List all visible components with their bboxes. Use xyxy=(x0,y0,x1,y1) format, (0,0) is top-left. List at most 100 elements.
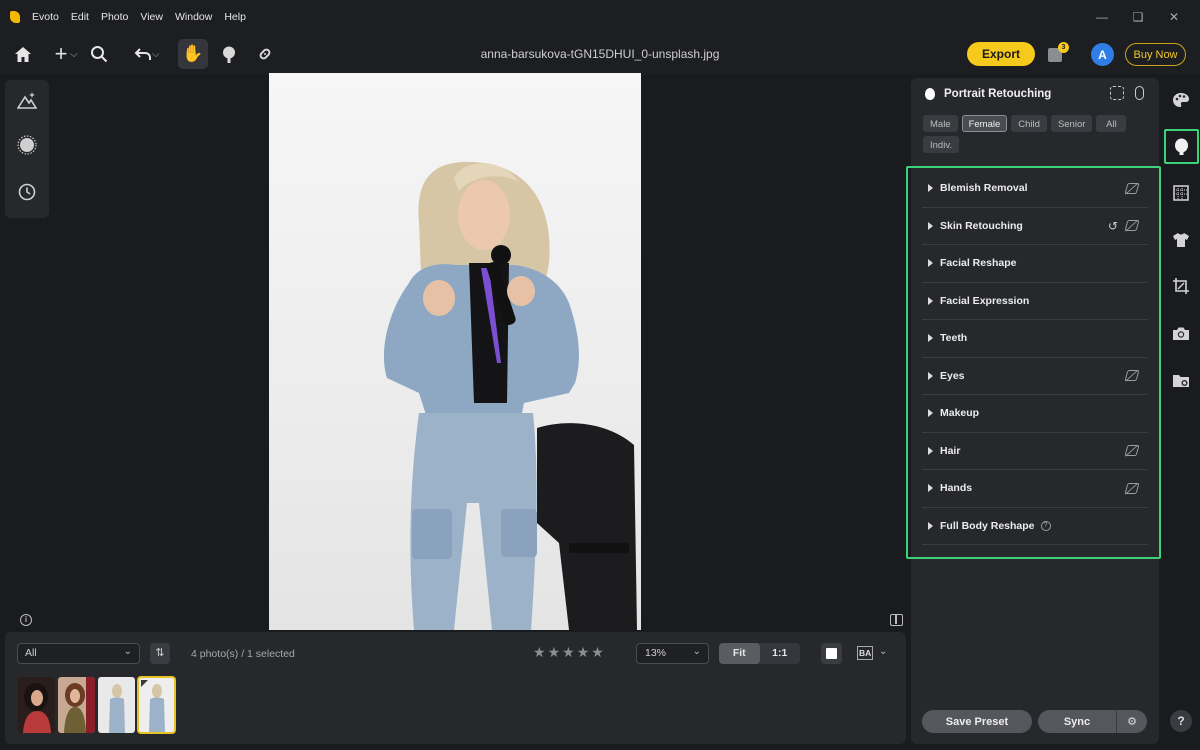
chevron-down-icon: ⌄ xyxy=(123,646,132,657)
section-full-body-reshape[interactable]: Full Body Reshape ? xyxy=(922,508,1148,545)
face-icon[interactable] xyxy=(1164,129,1199,164)
sort-button[interactable]: ⇅ xyxy=(150,643,170,664)
tab-female[interactable]: Female xyxy=(961,115,1008,132)
expand-triangle-icon xyxy=(928,446,933,455)
star-rating[interactable]: ★ ★ ★ ★ ★ xyxy=(533,644,604,661)
buy-now-button[interactable]: Buy Now xyxy=(1125,43,1186,66)
file-name: anna-barsukova-tGN15DHUI_0-unsplash.jpg xyxy=(480,47,720,61)
face-select-icon[interactable] xyxy=(1110,86,1124,100)
restore-icon[interactable]: ❏ xyxy=(1120,10,1156,24)
menu-edit[interactable]: Edit xyxy=(65,11,95,23)
menu-view[interactable]: View xyxy=(134,11,169,23)
window-controls: — ❏ ✕ xyxy=(1084,0,1192,34)
thumbnail-2[interactable] xyxy=(58,677,95,733)
tab-senior[interactable]: Senior xyxy=(1050,115,1093,132)
star-icon[interactable]: ★ xyxy=(548,644,561,661)
reset-icon[interactable]: ↺ xyxy=(1108,219,1118,233)
camera-icon[interactable] xyxy=(1171,323,1191,343)
sync-button[interactable]: Sync xyxy=(1038,716,1116,728)
thumbnail-1[interactable] xyxy=(18,677,55,733)
bandage-icon[interactable] xyxy=(250,39,280,69)
section-blemish-removal[interactable]: Blemish Removal xyxy=(922,170,1148,208)
section-label: Facial Expression xyxy=(940,294,1030,307)
panel-header: Portrait Retouching xyxy=(911,78,1159,110)
section-makeup[interactable]: Makeup xyxy=(922,395,1148,433)
section-hands[interactable]: Hands xyxy=(922,470,1148,508)
expand-triangle-icon xyxy=(928,371,933,380)
section-hair[interactable]: Hair xyxy=(922,433,1148,470)
eraser-icon[interactable] xyxy=(1124,220,1140,232)
tab-individual[interactable]: Indiv. xyxy=(923,136,960,153)
undo-history-chevron-icon[interactable]: ⌵ xyxy=(152,49,166,60)
info-icon[interactable]: i xyxy=(20,614,32,626)
help-button[interactable]: ? xyxy=(1170,710,1192,732)
zoom-value: 13% xyxy=(645,647,667,659)
split-compare-icon[interactable] xyxy=(890,614,903,626)
chevron-down-icon: ⌄ xyxy=(692,646,701,657)
avatar[interactable]: A xyxy=(1091,43,1114,66)
menu-photo[interactable]: Photo xyxy=(95,11,134,23)
minimize-icon[interactable]: — xyxy=(1084,10,1120,24)
save-preset-button[interactable]: Save Preset xyxy=(922,710,1032,733)
one-to-one-button[interactable]: 1:1 xyxy=(760,643,801,664)
menu-evoto[interactable]: Evoto xyxy=(26,11,65,23)
section-teeth[interactable]: Teeth xyxy=(922,320,1148,358)
section-eyes[interactable]: Eyes xyxy=(922,358,1148,395)
adjust-circle-icon[interactable] xyxy=(17,135,37,160)
evoto-logo-icon xyxy=(10,11,20,23)
fit-button[interactable]: Fit xyxy=(719,643,760,664)
section-facial-reshape[interactable]: Facial Reshape xyxy=(922,245,1148,283)
star-icon[interactable]: ★ xyxy=(577,644,590,661)
photo-filter-select[interactable]: All ⌄ xyxy=(17,643,140,664)
help-icon[interactable]: ? xyxy=(1040,520,1051,531)
background-icon[interactable] xyxy=(1171,183,1191,203)
palette-icon[interactable] xyxy=(1171,90,1191,110)
star-icon[interactable]: ★ xyxy=(591,644,604,661)
thumbnail-3[interactable] xyxy=(98,677,135,733)
expand-triangle-icon xyxy=(928,259,933,268)
tab-male[interactable]: Male xyxy=(923,115,958,132)
sync-settings-icon[interactable]: ⚙ xyxy=(1117,715,1147,728)
export-button[interactable]: Export xyxy=(967,42,1035,66)
chevron-down-icon[interactable]: ⌄ xyxy=(879,646,887,657)
folder-icon[interactable] xyxy=(1171,370,1191,390)
eraser-icon[interactable] xyxy=(1124,445,1140,457)
menu-help[interactable]: Help xyxy=(218,11,252,23)
portrait-retouching-panel: Portrait Retouching Male Female Child Se… xyxy=(906,78,1161,744)
eraser-icon[interactable] xyxy=(1124,370,1140,382)
zoom-select[interactable]: 13% ⌄ xyxy=(636,643,709,664)
close-icon[interactable]: ✕ xyxy=(1156,10,1192,24)
history-icon[interactable] xyxy=(17,182,37,207)
eraser-icon[interactable] xyxy=(1124,182,1140,194)
photo-count: 4 photo(s) / 1 selected xyxy=(191,648,295,660)
search-icon[interactable] xyxy=(84,39,114,69)
section-label: Facial Reshape xyxy=(940,257,1017,270)
clothing-icon[interactable] xyxy=(1171,230,1191,250)
section-label: Blemish Removal xyxy=(940,182,1028,195)
menu-window[interactable]: Window xyxy=(169,11,218,23)
background-color-button[interactable] xyxy=(821,643,842,664)
tab-child[interactable]: Child xyxy=(1011,115,1047,132)
export-queue-icon[interactable]: 3 xyxy=(1048,42,1069,64)
section-label: Eyes xyxy=(940,369,965,382)
crop-icon[interactable] xyxy=(1171,276,1191,296)
eraser-icon[interactable] xyxy=(1124,482,1140,494)
menu-bar: Evoto Edit Photo View Window Help xyxy=(26,11,252,23)
hand-tool-icon[interactable]: ✋ xyxy=(178,39,208,69)
section-skin-retouching[interactable]: Skin Retouching ↺ xyxy=(922,208,1148,245)
mountain-sparkle-icon[interactable] xyxy=(16,91,38,114)
add-dropdown-chevron-icon[interactable]: ⌵ xyxy=(70,49,84,60)
tab-all[interactable]: All xyxy=(1096,115,1127,132)
retouch-section-list: Blemish Removal Skin Retouching ↺ Facial… xyxy=(922,170,1148,545)
star-icon[interactable]: ★ xyxy=(533,644,546,661)
portrait-photo-image xyxy=(383,161,637,630)
star-icon[interactable]: ★ xyxy=(562,644,575,661)
thumbnail-4-selected[interactable] xyxy=(137,676,176,734)
portrait-brush-icon[interactable] xyxy=(214,39,244,69)
before-after-button[interactable]: BA xyxy=(857,646,874,660)
home-icon[interactable] xyxy=(8,39,38,69)
portrait-filter-tabs: Male Female Child Senior All Indiv. xyxy=(923,115,1153,153)
section-facial-expression[interactable]: Facial Expression xyxy=(922,283,1148,320)
photo-canvas[interactable] xyxy=(269,73,641,630)
body-select-icon[interactable] xyxy=(1135,86,1144,100)
